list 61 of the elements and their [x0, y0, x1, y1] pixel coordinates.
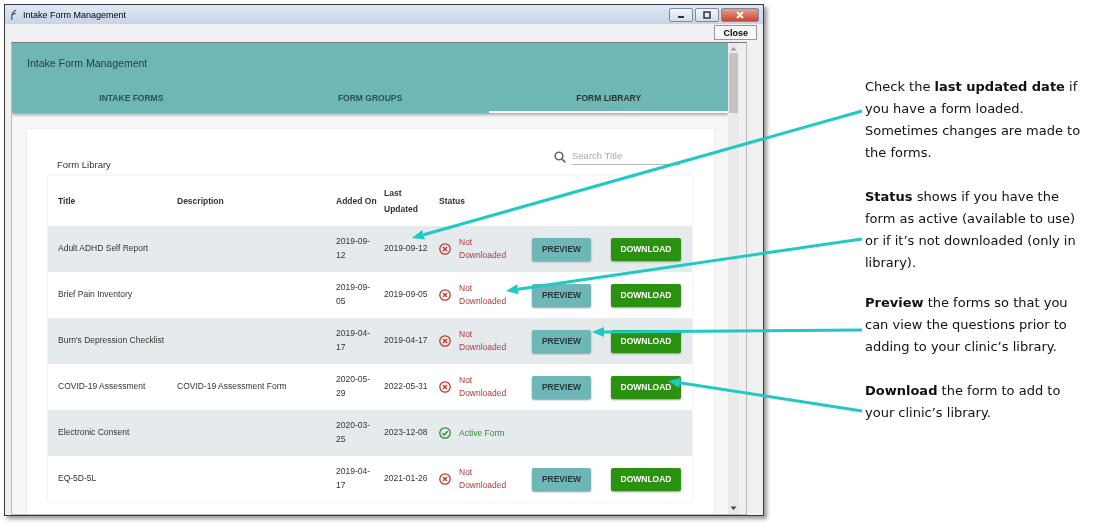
- date-text: 2019-04-17: [384, 335, 428, 346]
- close-button[interactable]: Close: [714, 25, 757, 40]
- date-text: 2019-04-17: [336, 465, 372, 492]
- scroll-down-icon: [730, 506, 737, 511]
- date-text: 2019-09-12: [384, 243, 428, 254]
- close-icon: [736, 10, 744, 19]
- minimize-button[interactable]: [669, 7, 693, 22]
- download-button[interactable]: DOWNLOAD: [611, 375, 681, 399]
- date-text: 2020-05-29: [336, 373, 372, 400]
- status-text: Not Downloaded: [459, 328, 508, 354]
- feather-icon: [9, 8, 19, 21]
- callout-text: Preview the forms so that you can view the questions prior to adding to your clinic’s library.: [865, 294, 1069, 356]
- date-text: 2022-05-31: [384, 381, 428, 392]
- preview-button[interactable]: PREVIEW: [532, 467, 591, 491]
- scrollbar[interactable]: [728, 43, 739, 514]
- date-text: 2019-09-05: [384, 289, 428, 300]
- download-button[interactable]: DOWNLOAD: [611, 237, 681, 261]
- maximize-icon: [703, 10, 711, 19]
- status-text: Not Downloaded: [459, 466, 508, 492]
- column-header: Added On: [336, 195, 377, 206]
- column-header: Last Updated: [384, 186, 419, 216]
- window-title: Intake Form Management: [23, 9, 128, 20]
- download-button[interactable]: DOWNLOAD: [611, 467, 681, 491]
- section-title: Form Library: [57, 157, 111, 170]
- form-description: COVID-19 Assessment Form: [177, 381, 287, 392]
- callout-text: Status shows if you have the form as active (available to use) or if it’s not downloaded (only in library).: [865, 188, 1077, 272]
- search-icon: [554, 151, 566, 163]
- date-text: 2019-09-12: [336, 235, 372, 262]
- status-text: Not Downloaded: [459, 282, 508, 308]
- form-title: Brief Pain Inventory: [58, 289, 133, 300]
- form-title: COVID-19 Assessment: [58, 381, 146, 392]
- preview-button[interactable]: PREVIEW: [532, 237, 591, 261]
- tab[interactable]: FORM GROUPS: [250, 87, 490, 113]
- status-text: Not Downloaded: [459, 236, 508, 262]
- close-button[interactable]: [721, 7, 759, 22]
- maximize-button[interactable]: [695, 7, 719, 22]
- search-field[interactable]: Search Title: [572, 149, 680, 165]
- status-text: Not Downloaded: [459, 374, 508, 400]
- date-text: 2020-03-25: [336, 419, 372, 446]
- column-header: Title: [58, 195, 76, 206]
- callout-text: Check the last updated date if you have a form loaded. Sometimes changes are made to the forms.: [865, 78, 1082, 162]
- form-title: EQ-5D-5L: [58, 473, 97, 484]
- column-header: Description: [177, 195, 224, 206]
- preview-button[interactable]: PREVIEW: [532, 375, 591, 399]
- date-text: 2023-12-08: [384, 427, 428, 438]
- app-title: Intake Form Management: [26, 56, 149, 69]
- column-header: Status: [439, 195, 465, 206]
- form-title: Electronic Consent: [58, 427, 130, 438]
- date-text: 2021-01-26: [384, 473, 428, 484]
- form-title: Burn's Depression Checklist: [58, 335, 165, 346]
- preview-button[interactable]: PREVIEW: [532, 329, 591, 353]
- form-title: Adult ADHD Self Report: [58, 243, 149, 254]
- preview-button[interactable]: PREVIEW: [532, 283, 591, 307]
- tab[interactable]: INTAKE FORMS: [12, 87, 251, 113]
- download-button[interactable]: DOWNLOAD: [611, 283, 681, 307]
- status-text: Active Form: [459, 426, 506, 440]
- date-text: 2019-09-05: [336, 281, 372, 308]
- callout-text: Download the form to add to your clinic’s library.: [865, 382, 1062, 422]
- date-text: 2019-04-17: [336, 327, 372, 354]
- scrollbar-thumb[interactable]: [729, 53, 738, 113]
- scroll-up-icon: [730, 46, 737, 51]
